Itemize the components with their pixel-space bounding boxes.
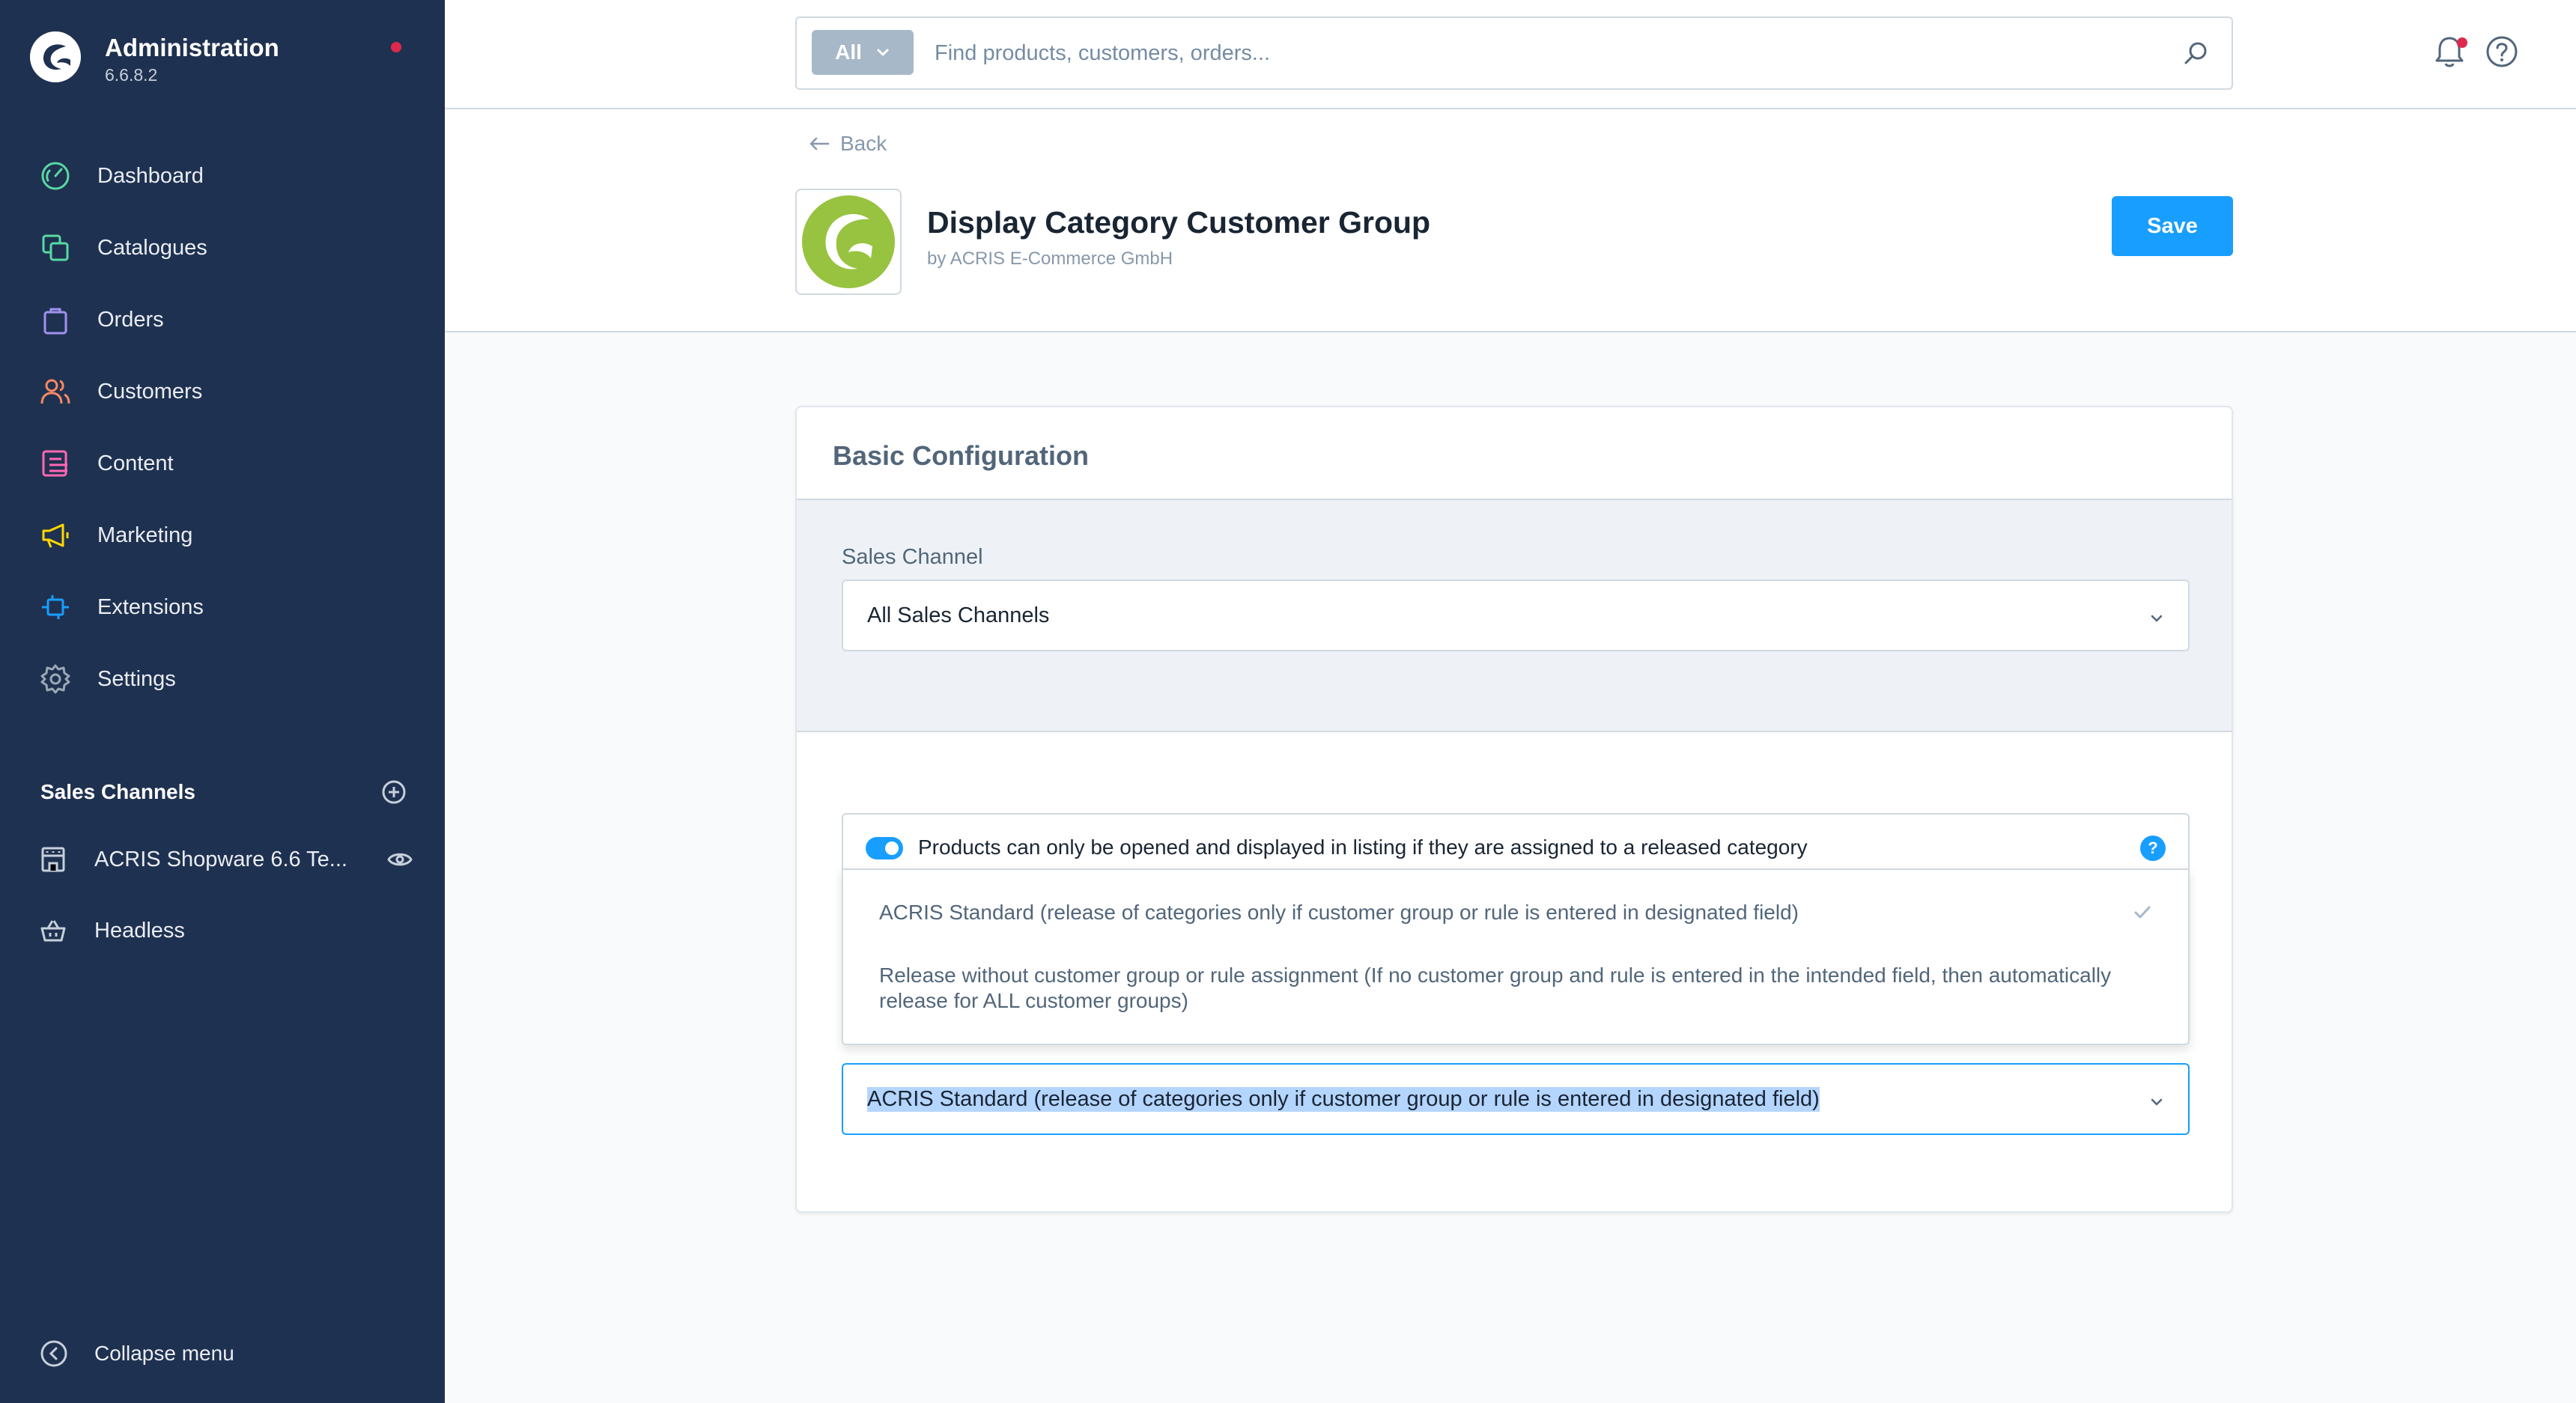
nav-label: Customers [97, 379, 203, 404]
notification-badge [2457, 37, 2467, 48]
chevron-down-icon [2151, 1098, 2163, 1106]
main-nav: Dashboard Catalogues Orders Customers Co… [0, 140, 445, 715]
nav-item-extensions[interactable]: Extensions [0, 571, 445, 643]
help-icon[interactable] [2485, 34, 2519, 69]
notification-dot [391, 42, 401, 52]
chevron-down-icon [2151, 615, 2163, 622]
search-type-label: All [835, 40, 862, 64]
brand[interactable]: Administration 6.6.8.2 [28, 30, 279, 85]
customers-icon [40, 379, 70, 404]
dropdown-option[interactable]: ACRIS Standard (release of categories on… [879, 900, 2115, 925]
back-link[interactable]: Back [809, 132, 887, 156]
search-icon[interactable] [2181, 39, 2211, 69]
storefront-icon [41, 847, 65, 872]
app-version: 6.6.8.2 [105, 65, 158, 85]
nav-item-orders[interactable]: Orders [0, 284, 445, 356]
nav-item-settings[interactable]: Settings [0, 643, 445, 715]
released-category-toggle[interactable] [866, 837, 903, 859]
plugin-author: by ACRIS E-Commerce GmbH [927, 249, 1173, 269]
nav-item-catalogues[interactable]: Catalogues [0, 212, 445, 284]
nav-label: Content [97, 451, 174, 475]
collapse-menu[interactable]: Collapse menu [39, 1339, 234, 1369]
nav-label: Settings [97, 666, 176, 691]
sales-channel-value: All Sales Channels [867, 603, 1050, 627]
sales-channel-item[interactable]: ACRIS Shopware 6.6 Te... [39, 837, 413, 882]
acris-logo-icon [802, 195, 895, 288]
nav-item-content[interactable]: Content [0, 427, 445, 499]
content-icon [42, 450, 67, 477]
dashboard-icon [41, 162, 70, 190]
sales-channel-item[interactable]: Headless [39, 908, 413, 953]
sales-channel-label: Headless [94, 918, 185, 943]
chevron-down-icon [877, 49, 889, 56]
sales-channel-section: Sales Channel All Sales Channels [797, 500, 2232, 732]
sales-channels-title: Sales Channels [40, 780, 195, 803]
search-input[interactable] [933, 31, 2146, 75]
global-search: All [795, 16, 2233, 90]
search-type-select[interactable]: All [812, 30, 914, 75]
plugin-logo [795, 189, 902, 295]
nav-label: Catalogues [97, 235, 207, 260]
extensions-icon [42, 595, 69, 619]
topbar: All [445, 0, 2576, 109]
page-title: Display Category Customer Group [927, 205, 1431, 240]
nav-item-marketing[interactable]: Marketing [0, 499, 445, 571]
nav-item-dashboard[interactable]: Dashboard [0, 140, 445, 212]
add-sales-channel-icon[interactable] [380, 779, 407, 806]
release-mode-value: ACRIS Standard (release of categories on… [867, 1086, 1820, 1112]
card-title: Basic Configuration [833, 440, 1090, 471]
save-button[interactable]: Save [2112, 196, 2233, 256]
switch-label: Products can only be opened and displaye… [918, 836, 1808, 859]
app-title: Administration [105, 34, 279, 61]
sales-channel-label: Sales Channel [842, 545, 983, 569]
collapse-icon [40, 1340, 67, 1367]
nav-label: Extensions [97, 594, 204, 619]
back-label: Back [840, 132, 887, 155]
sidebar: Administration 6.6.8.2 Dashboard Catalog… [0, 0, 445, 1403]
basket-icon [40, 920, 66, 942]
sales-channel-select[interactable]: All Sales Channels [842, 579, 2190, 651]
sales-channel-label: ACRIS Shopware 6.6 Te... [94, 847, 347, 871]
nav-label: Marketing [97, 523, 193, 547]
nav-label: Dashboard [97, 163, 204, 188]
nav-label: Orders [97, 307, 164, 332]
sales-channels-header: Sales Channels [40, 776, 407, 809]
catalogues-icon [42, 234, 69, 261]
nav-item-customers[interactable]: Customers [0, 356, 445, 427]
help-tooltip-icon[interactable]: ? [2140, 836, 2166, 861]
collapse-label: Collapse menu [94, 1342, 234, 1365]
release-mode-dropdown: ACRIS Standard (release of categories on… [842, 868, 2190, 1045]
shopware-logo-icon [30, 31, 81, 82]
basic-configuration-card: Basic Configuration Sales Channel All Sa… [795, 406, 2233, 1213]
smartbar: Back Display Category Customer Group by … [445, 109, 2576, 332]
checkmark-icon [2134, 906, 2151, 919]
eye-icon[interactable] [386, 846, 413, 873]
arrow-left-icon [809, 137, 830, 150]
marketing-icon [42, 523, 69, 548]
settings-icon [40, 664, 70, 694]
release-mode-select[interactable]: ACRIS Standard (release of categories on… [842, 1063, 2190, 1135]
dropdown-option[interactable]: Release without customer group or rule a… [879, 963, 2115, 1014]
orders-icon [43, 308, 67, 335]
